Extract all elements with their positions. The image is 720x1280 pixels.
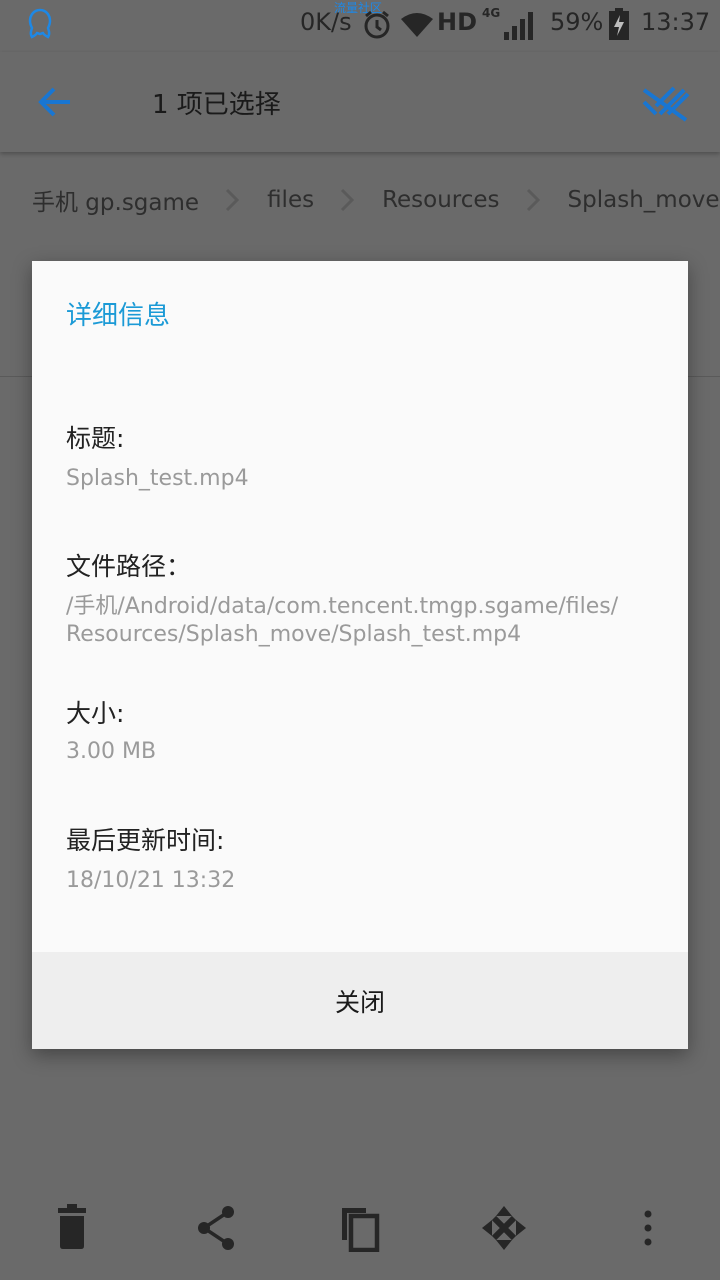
field-value-title: Splash_test.mp4 bbox=[66, 466, 249, 491]
chevron-right-icon bbox=[526, 188, 540, 212]
signal-icon bbox=[504, 12, 533, 40]
dialog-title: 详细信息 bbox=[66, 301, 171, 331]
deselect-all-icon[interactable] bbox=[634, 78, 694, 126]
copy-icon[interactable] bbox=[336, 1204, 384, 1252]
field-label-title: 标题: bbox=[66, 424, 125, 453]
chevron-right-icon bbox=[226, 188, 240, 212]
delete-icon[interactable] bbox=[48, 1204, 96, 1252]
close-button[interactable]: 关闭 bbox=[335, 983, 385, 1019]
field-value-modified: 18/10/21 13:32 bbox=[66, 868, 236, 893]
screen: 流量社区 0K/s HD 4G 59% 13:37 1 项已选择 手机 gp.s… bbox=[0, 0, 720, 1280]
wifi-icon bbox=[401, 13, 433, 37]
dialog-footer: 关闭 bbox=[32, 952, 688, 1049]
toolbar: 1 项已选择 bbox=[0, 52, 720, 152]
field-label-size: 大小: bbox=[66, 699, 125, 728]
field-label-path: 文件路径： bbox=[66, 552, 192, 581]
breadcrumb-item-files[interactable]: files bbox=[267, 187, 314, 213]
field-value-path-line-1: /手机/Android/data/com.tencent.tmgp.sgame/… bbox=[66, 594, 619, 619]
net-speed: 0K/s bbox=[300, 8, 352, 36]
clock: 13:37 bbox=[641, 8, 711, 36]
arrow-left-icon[interactable] bbox=[26, 78, 86, 126]
field-label-modified: 最后更新时间: bbox=[66, 826, 225, 855]
field-value-path: /手机/Android/data/com.tencent.tmgp.sgame/… bbox=[66, 593, 666, 649]
status-bar: 流量社区 0K/s HD 4G 59% 13:37 bbox=[0, 0, 720, 52]
network-type: 4G bbox=[482, 6, 501, 20]
chevron-right-icon bbox=[341, 188, 355, 212]
bottom-action-bar bbox=[0, 1176, 720, 1280]
breadcrumb-item-resources[interactable]: Resources bbox=[382, 187, 499, 213]
breadcrumb-item-phone[interactable]: 手机 gp.sgame bbox=[32, 183, 199, 217]
selection-title: 1 项已选择 bbox=[152, 90, 281, 120]
field-value-size: 3.00 MB bbox=[66, 739, 157, 764]
details-dialog: 详细信息 标题: Splash_test.mp4 文件路径： /手机/Andro… bbox=[32, 261, 688, 1049]
battery-percent: 59% bbox=[550, 8, 604, 36]
breadcrumb-item-splash-move[interactable]: Splash_move bbox=[568, 187, 720, 213]
more-vertical-icon[interactable] bbox=[624, 1204, 672, 1252]
breadcrumb: 手机 gp.sgame files Resources Splash_move bbox=[0, 152, 720, 248]
alarm-icon bbox=[364, 10, 390, 39]
share-icon[interactable] bbox=[192, 1204, 240, 1252]
hd-indicator: HD bbox=[437, 8, 478, 36]
app-notification-icon bbox=[28, 8, 52, 39]
move-icon[interactable] bbox=[480, 1204, 528, 1252]
battery-charging-icon bbox=[609, 8, 629, 40]
field-value-path-line-2: Resources/Splash_move/Splash_test.mp4 bbox=[66, 622, 522, 647]
